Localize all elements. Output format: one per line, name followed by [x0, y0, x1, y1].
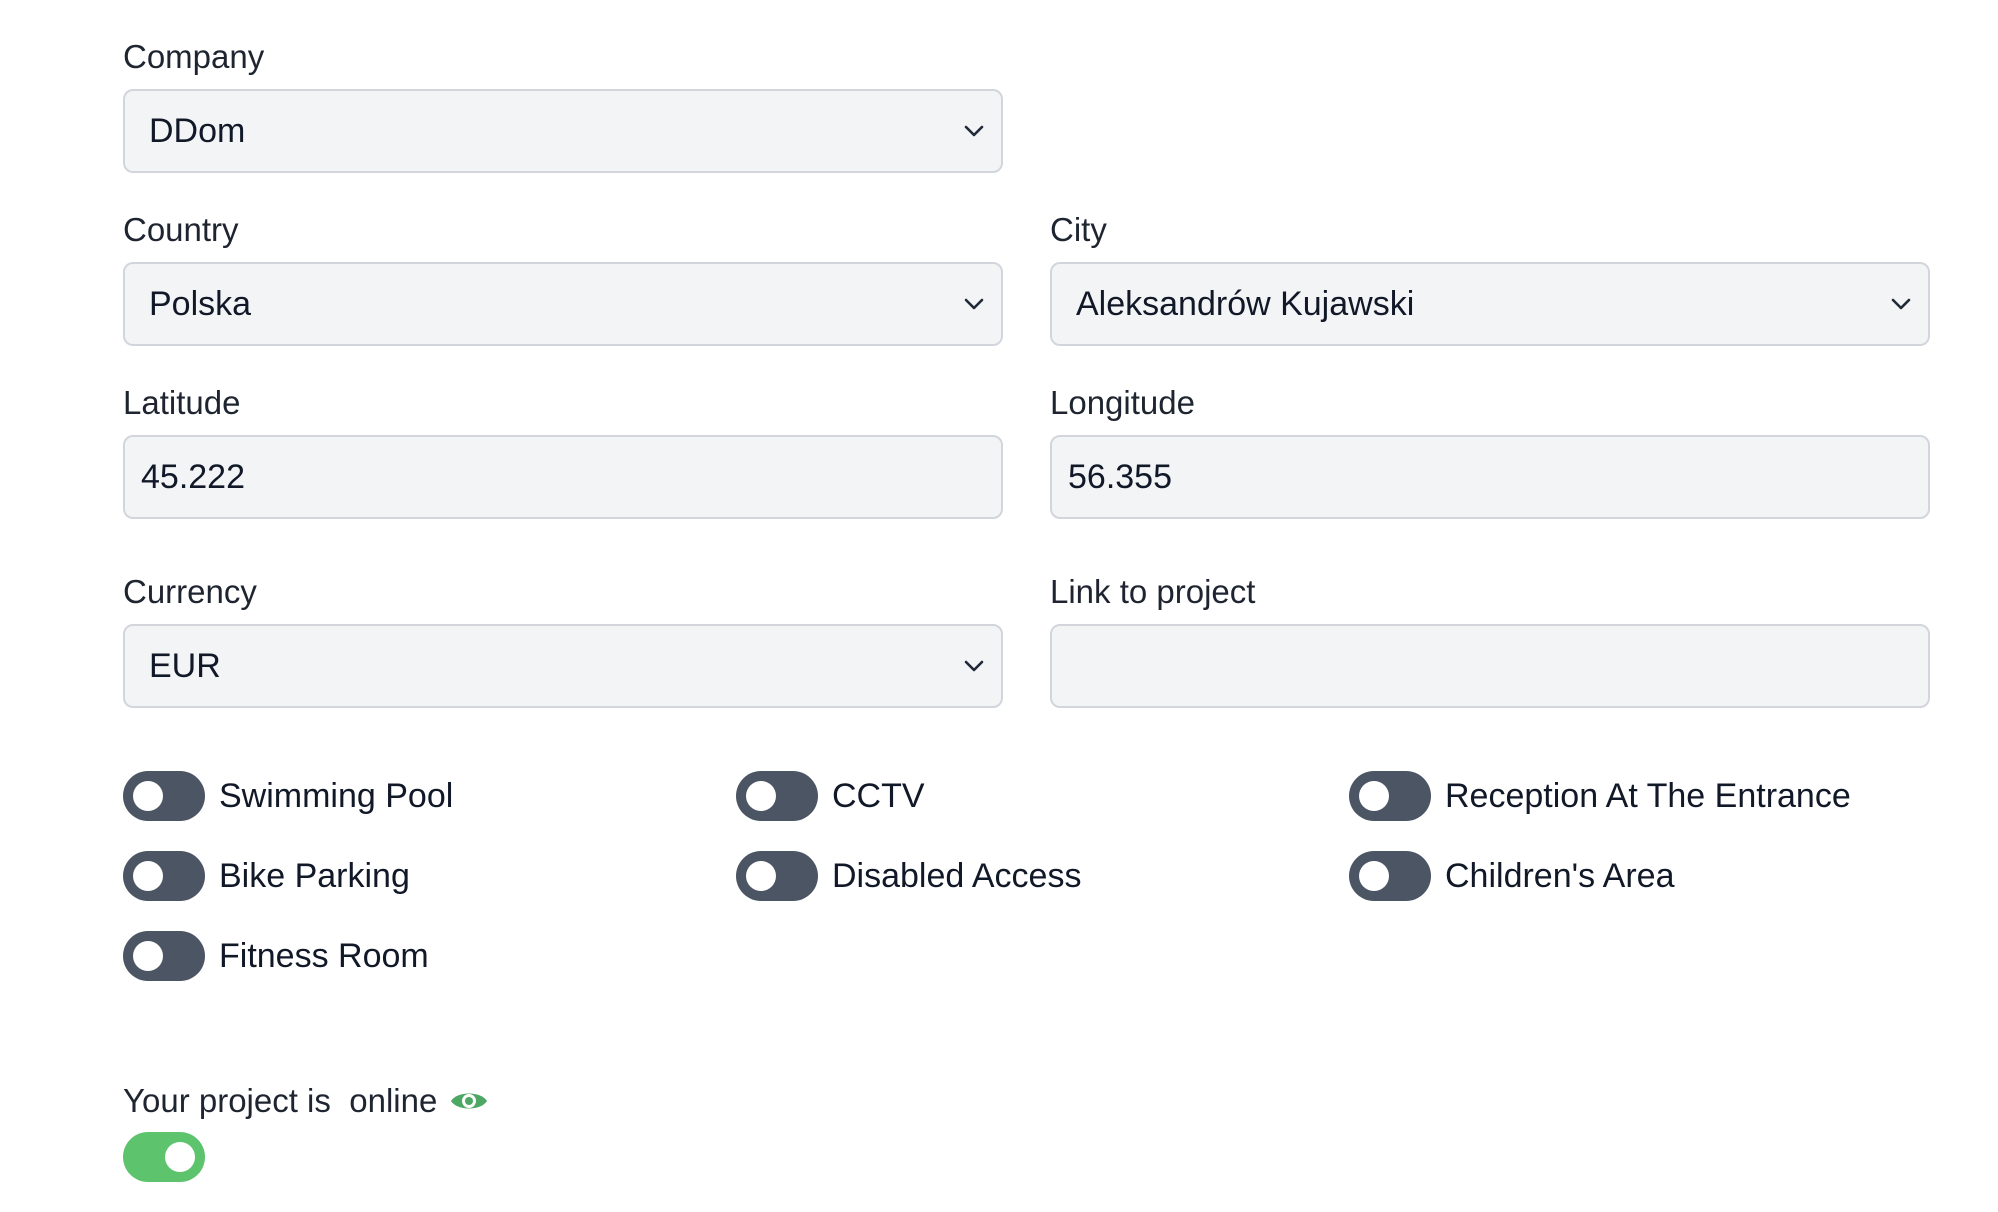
toggle-knob [133, 861, 163, 891]
project-status-state: online [349, 1082, 438, 1119]
swimming-pool-label: Swimming Pool [219, 777, 454, 815]
city-select-value: Aleksandrów Kujawski [1076, 284, 1415, 323]
currency-select-value: EUR [149, 646, 221, 685]
chevron-down-icon [964, 125, 984, 137]
toggle-knob [165, 1142, 195, 1172]
toggle-fitness-room[interactable] [123, 931, 205, 981]
toggle-knob [1359, 861, 1389, 891]
link-to-project-input[interactable] [1050, 624, 1930, 708]
project-online-toggle[interactable] [123, 1132, 205, 1182]
longitude-input[interactable]: 56.355 [1050, 435, 1930, 519]
longitude-input-value: 56.355 [1068, 457, 1172, 496]
toggle-disabled-access[interactable] [736, 851, 818, 901]
link-to-project-label: Link to project [1050, 573, 1256, 610]
toggle-knob [133, 781, 163, 811]
toggle-swimming-pool[interactable] [123, 771, 205, 821]
toggle-knob [133, 941, 163, 971]
chevron-down-icon [964, 298, 984, 310]
longitude-label: Longitude [1050, 384, 1195, 421]
country-select-value: Polska [149, 284, 252, 323]
project-status-prefix: Your project is [123, 1082, 331, 1119]
latitude-label: Latitude [123, 384, 241, 421]
currency-select[interactable]: EUR [123, 624, 1003, 708]
toggle-knob [746, 861, 776, 891]
country-select[interactable]: Polska [123, 262, 1003, 346]
toggle-knob [1359, 781, 1389, 811]
toggle-cctv[interactable] [736, 771, 818, 821]
project-status-label: Your project is online [123, 1081, 437, 1121]
toggle-bike-parking[interactable] [123, 851, 205, 901]
chevron-down-icon [1891, 298, 1911, 310]
childrens-area-label: Children's Area [1445, 857, 1675, 895]
company-label: Company [123, 38, 265, 75]
toggle-reception-at-the-entrance[interactable] [1349, 771, 1431, 821]
toggle-childrens-area[interactable] [1349, 851, 1431, 901]
fitness-room-label: Fitness Room [219, 937, 429, 975]
eye-icon [451, 1093, 487, 1109]
country-label: Country [123, 211, 239, 248]
toggle-knob [746, 781, 776, 811]
bike-parking-label: Bike Parking [219, 857, 410, 895]
currency-label: Currency [123, 573, 257, 610]
company-select-value: DDom [149, 111, 246, 150]
company-select[interactable]: DDom [123, 89, 1003, 173]
latitude-input[interactable]: 45.222 [123, 435, 1003, 519]
latitude-input-value: 45.222 [141, 457, 245, 496]
disabled-access-label: Disabled Access [832, 857, 1082, 895]
chevron-down-icon [964, 660, 984, 672]
city-select[interactable]: Aleksandrów Kujawski [1050, 262, 1930, 346]
cctv-label: CCTV [832, 777, 925, 815]
city-label: City [1050, 211, 1107, 248]
reception-at-the-entrance-label: Reception At The Entrance [1445, 777, 1851, 815]
